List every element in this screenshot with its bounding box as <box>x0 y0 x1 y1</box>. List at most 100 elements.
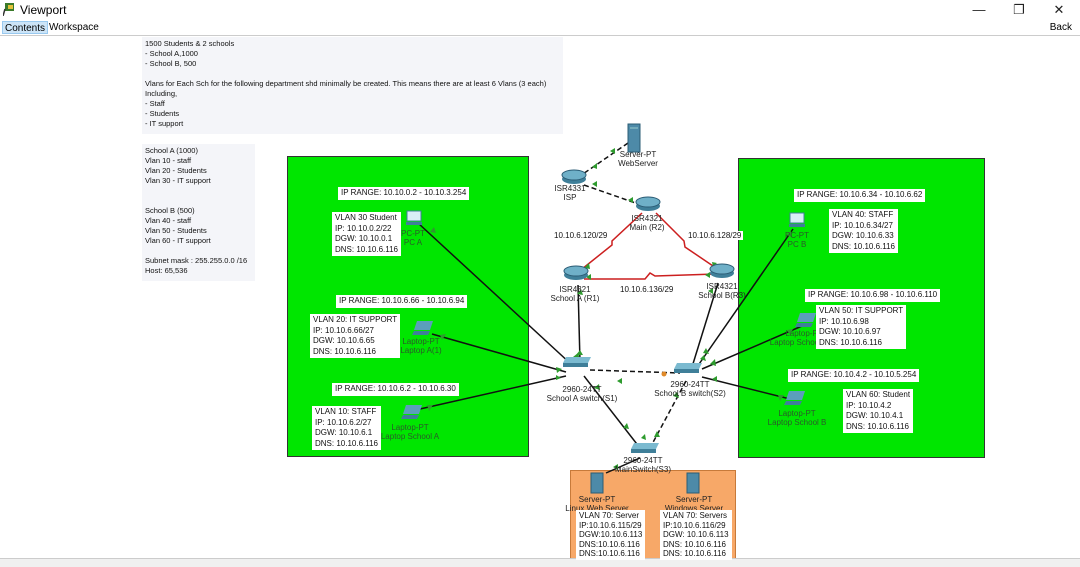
close-button[interactable]: ✕ <box>1049 2 1069 18</box>
device-model: 2960-24TT <box>670 380 710 389</box>
window-title: Viewport <box>20 3 67 17</box>
device-label-s1: 2960-24TT School A switch(S1) <box>547 385 618 403</box>
device-model: ISR4321 <box>706 282 738 291</box>
ip-range-vlan10: IP RANGE: 10.10.6.2 - 10.10.6.30 <box>332 383 459 396</box>
device-label-r1: ISR4321 School A (R1) <box>551 285 600 303</box>
server-icon[interactable] <box>590 472 604 494</box>
info-line: IP:10.10.6.115/29 <box>579 520 642 530</box>
switch-icon[interactable] <box>673 362 703 374</box>
windows-server-info: VLAN 70: Servers IP:10.10.6.116/29 DGW: 10… <box>660 510 732 560</box>
router-icon[interactable] <box>561 169 587 185</box>
device-model: Server-PT <box>675 495 713 504</box>
info-line: DGW: 10.10.6.113 <box>663 530 729 539</box>
switch-icon[interactable] <box>630 442 660 454</box>
router-icon[interactable] <box>709 263 735 279</box>
device-model: ISR4331 <box>554 184 586 193</box>
laptop-icon[interactable] <box>784 390 806 406</box>
packet-tracer-icon <box>3 3 14 16</box>
link-lapa1-s1 <box>431 333 567 373</box>
info-line: DNS: 10.10.6.116 <box>663 539 727 549</box>
router-icon[interactable] <box>563 265 589 281</box>
device-label-r2: ISR4321 Main (R2) <box>629 214 664 232</box>
ip-range-vlan60: IP RANGE: 10.10.4.2 - 10.10.5.254 <box>788 369 920 382</box>
device-model: Server-PT <box>619 150 657 159</box>
info-line: DNS: 10.10.6.116 <box>663 549 727 558</box>
info-line: VLAN 20: IT SUPPORT <box>313 315 398 324</box>
device-model: 2960-24TT <box>562 385 602 394</box>
vlan20-info: VLAN 20: IT SUPPORT IP: 10.10.6.66/27 DGW:… <box>310 314 401 358</box>
info-line: DGW: 10.10.4.1 <box>846 411 904 420</box>
ip-range-vlan40: IP RANGE: 10.10.6.34 - 10.10.6.62 <box>794 189 926 202</box>
info-line: DNS: 10.10.6.116 <box>313 346 377 356</box>
workspace-canvas[interactable]: 1500 Students & 2 schools - School A,100… <box>0 35 1080 567</box>
linux-server-info: VLAN 70: Server IP:10.10.6.115/29 DGW:10.1… <box>576 510 646 560</box>
device-name: School B(R3) <box>698 291 746 300</box>
device-model: Server-PT <box>578 495 616 504</box>
restore-button[interactable]: ❐ <box>1009 2 1029 18</box>
info-line: DGW:10.10.6.113 <box>579 530 643 539</box>
switch-icon[interactable] <box>562 356 592 368</box>
vlan60-info: VLAN 60: Student IP: 10.10.4.2 DGW: 10.10.… <box>843 389 914 433</box>
device-name: PC A <box>403 238 423 247</box>
router-icon[interactable] <box>635 196 661 212</box>
device-name: ISP <box>563 193 577 202</box>
info-line: VLAN 70: Servers <box>663 511 728 520</box>
info-line: IP: 10.10.0.2/22 <box>335 223 392 233</box>
info-line: DNS: 10.10.6.116 <box>832 241 896 251</box>
info-line: DNS: 10.10.6.116 <box>315 438 379 448</box>
tab-workspace[interactable]: Workspace <box>47 21 101 34</box>
horizontal-scrollbar[interactable] <box>0 558 1080 567</box>
ip-range-vlan30: IP RANGE: 10.10.0.2 - 10.10.3.254 <box>338 187 470 200</box>
device-model: ISR4321 <box>631 214 663 223</box>
device-label-s3: 2960-24TT MainSwitch(S3) <box>615 456 671 474</box>
device-name: School B switch(S2) <box>654 389 726 398</box>
server-icon[interactable] <box>627 123 641 153</box>
device-label-lapb: Laptop-PT Laptop School B <box>768 409 827 427</box>
info-line: IP: 10.10.6.66/27 <box>313 325 374 335</box>
pc-icon[interactable] <box>405 210 423 226</box>
tab-contents[interactable]: Contents <box>2 21 49 34</box>
device-label-isp: ISR4331 ISP <box>554 184 585 202</box>
info-line: VLAN 30 Student <box>335 213 397 222</box>
device-label-pcb: PC-PT PC B <box>785 231 809 249</box>
minimize-button[interactable]: — <box>969 2 989 17</box>
device-name: PC B <box>787 240 807 249</box>
laptop-icon[interactable] <box>795 312 817 328</box>
info-line: VLAN 60: Student <box>846 390 911 399</box>
ip-range-vlan50: IP RANGE: 10.10.6.98 - 10.10.6.110 <box>805 289 941 302</box>
pc-icon[interactable] <box>788 212 806 228</box>
device-label-r3: ISR4321 School B(R3) <box>698 282 746 300</box>
info-line: DGW: 10.10.6.65 <box>313 336 375 345</box>
server-icon[interactable] <box>686 472 700 494</box>
info-line: DGW: 10.10.6.97 <box>819 327 881 336</box>
info-line: IP: 10.10.6.2/27 <box>315 417 372 427</box>
link-label-r1-r2: 10.10.6.120/29 <box>552 231 610 240</box>
info-line: VLAN 70: Server <box>579 511 640 520</box>
info-line: DGW: 10.10.6.33 <box>832 231 894 240</box>
info-line: VLAN 40: STAFF <box>832 210 894 219</box>
device-model: PC-PT <box>785 231 809 240</box>
info-line: VLAN 50: IT SUPPORT <box>819 306 904 315</box>
device-label-lapa: Laptop-PT Laptop School A <box>381 423 439 441</box>
info-line: IP:10.10.6.116/29 <box>663 520 726 530</box>
laptop-icon[interactable] <box>412 320 434 336</box>
info-line: DGW: 10.10.0.1 <box>335 234 393 243</box>
laptop-icon[interactable] <box>401 404 423 420</box>
info-line: IP: 10.10.6.34/27 <box>832 220 893 230</box>
device-model: Laptop-PT <box>402 337 440 346</box>
info-line: DNS: 10.10.6.116 <box>819 337 883 347</box>
info-line: DNS:10.10.6.116 <box>579 549 640 558</box>
link-r2-r3 <box>655 212 717 269</box>
device-name: Laptop A(1) <box>400 346 442 355</box>
device-label-lapa1: Laptop-PT Laptop A(1) <box>400 337 441 355</box>
device-name: School A switch(S1) <box>546 394 618 403</box>
vlan50-info: VLAN 50: IT SUPPORT IP: 10.10.6.98 DGW: 10… <box>816 305 907 349</box>
info-line: DGW: 10.10.6.1 <box>315 428 373 437</box>
link-r1-r3 <box>584 272 717 280</box>
vlan40-info: VLAN 40: STAFF IP: 10.10.6.34/27 DGW: 10.1… <box>829 209 899 253</box>
info-line: IP: 10.10.4.2 <box>846 400 892 410</box>
device-model: 2960-24TT <box>623 456 663 465</box>
device-model: PC-PT <box>401 229 425 238</box>
info-line: DNS:10.10.6.116 <box>579 539 640 549</box>
back-button[interactable]: Back <box>1048 21 1074 34</box>
